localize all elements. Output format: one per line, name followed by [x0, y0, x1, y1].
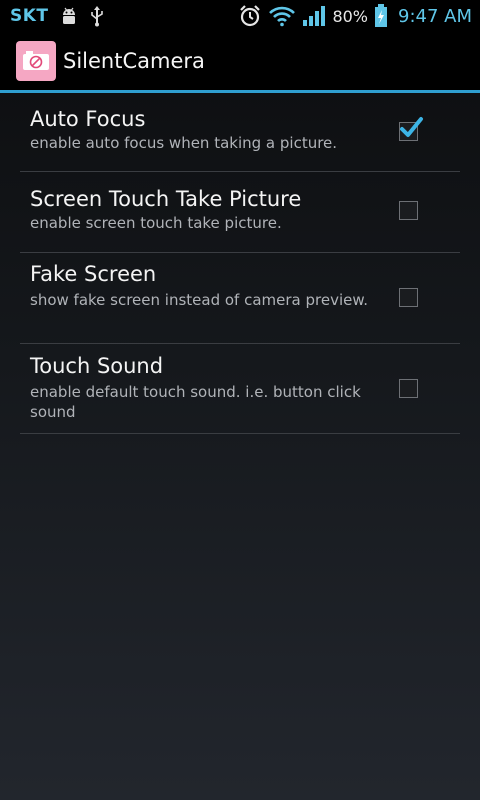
- battery-charging-icon: [374, 4, 388, 28]
- signal-icon: [302, 5, 326, 27]
- pref-title: Fake Screen: [30, 262, 157, 286]
- pref-title: Screen Touch Take Picture: [30, 187, 302, 211]
- checkmark-icon: [400, 117, 423, 137]
- app-title: SilentCamera: [63, 49, 205, 73]
- camera-mute-icon: [16, 41, 56, 81]
- carrier-label: SKT: [10, 6, 49, 26]
- battery-percent: 80%: [332, 6, 368, 26]
- preference-list: Auto Focus enable auto focus when taking…: [20, 93, 460, 434]
- android-debug-icon: [59, 6, 79, 26]
- pref-touch-sound[interactable]: Touch Sound enable default touch sound. …: [20, 344, 460, 434]
- pref-summary: enable auto focus when taking a picture.: [30, 134, 338, 152]
- pref-screen-touch-take-picture[interactable]: Screen Touch Take Picture enable screen …: [20, 172, 460, 253]
- wifi-icon: [268, 5, 296, 27]
- pref-summary: enable default touch sound. i.e. button …: [30, 383, 361, 421]
- pref-title: Touch Sound: [30, 354, 164, 378]
- pref-summary: enable screen touch take picture.: [30, 214, 282, 232]
- usb-icon: [89, 5, 105, 27]
- action-bar: SilentCamera: [0, 32, 480, 90]
- auto-focus-checkbox[interactable]: [399, 117, 423, 141]
- status-bar: SKT 80% 9:47 AM: [0, 0, 480, 32]
- clock: 9:47 AM: [398, 5, 472, 27]
- alarm-icon: [238, 4, 262, 28]
- pref-title: Auto Focus: [30, 107, 146, 131]
- pref-auto-focus[interactable]: Auto Focus enable auto focus when taking…: [20, 93, 460, 172]
- fake-screen-checkbox[interactable]: [399, 288, 418, 307]
- touch-sound-checkbox[interactable]: [399, 379, 418, 398]
- pref-summary: show fake screen instead of camera previ…: [30, 291, 369, 309]
- pref-fake-screen[interactable]: Fake Screen show fake screen instead of …: [20, 253, 460, 344]
- screen-touch-checkbox[interactable]: [399, 201, 418, 220]
